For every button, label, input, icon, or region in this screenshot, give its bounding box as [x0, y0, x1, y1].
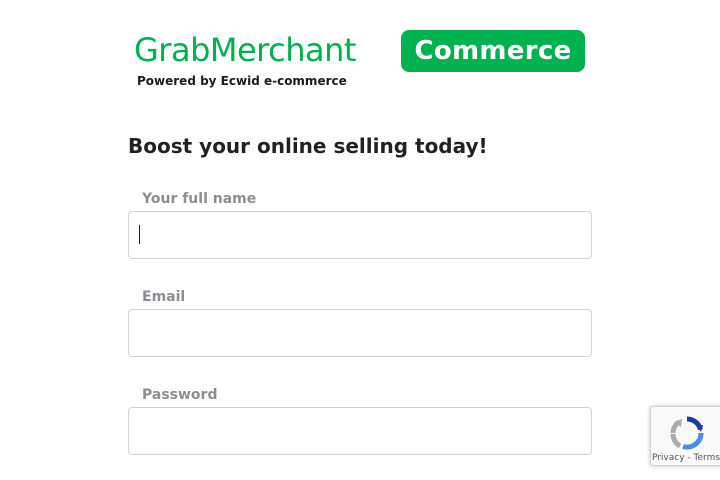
- full-name-label: Your full name: [142, 191, 257, 207]
- logo-powered-by: Powered by Ecwid e-commerce: [137, 74, 347, 88]
- password-input[interactable]: [128, 407, 592, 455]
- text-cursor: [139, 225, 140, 244]
- recaptcha-links: Privacy - Terms: [651, 453, 720, 463]
- logo-grab-text: Grab: [134, 31, 210, 69]
- logo-wordmark: GrabMerchant: [134, 30, 356, 70]
- logo-commerce-badge: Commerce: [401, 30, 585, 72]
- signup-page: GrabMerchant Commerce Powered by Ecwid e…: [0, 0, 720, 480]
- recaptcha-logo-icon: [670, 416, 704, 450]
- email-input[interactable]: [128, 309, 592, 357]
- password-label: Password: [142, 387, 218, 403]
- recaptcha-terms-link[interactable]: Terms: [694, 453, 720, 463]
- recaptcha-badge[interactable]: Privacy - Terms: [650, 406, 720, 466]
- recaptcha-separator: -: [687, 453, 691, 463]
- grabmerchant-commerce-logo: GrabMerchant Commerce Powered by Ecwid e…: [134, 28, 594, 92]
- logo-merchant-text: Merchant: [209, 31, 357, 69]
- recaptcha-privacy-link[interactable]: Privacy: [652, 453, 685, 463]
- full-name-input[interactable]: [128, 211, 592, 259]
- email-label: Email: [142, 289, 186, 305]
- page-title: Boost your online selling today!: [128, 134, 488, 158]
